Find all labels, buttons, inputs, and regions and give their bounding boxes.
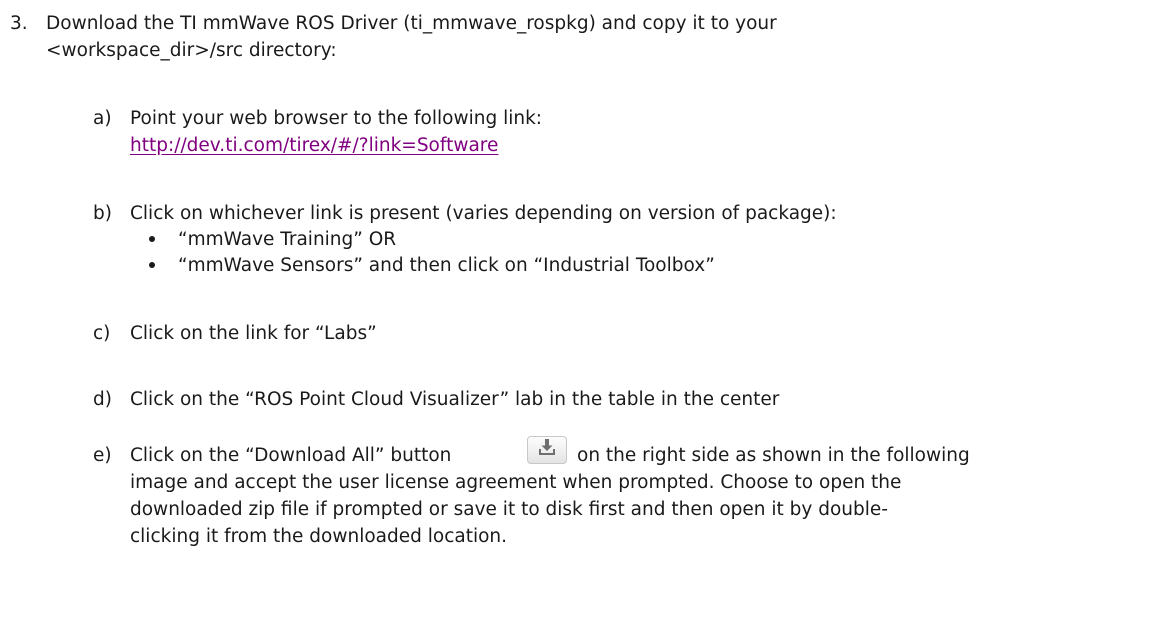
substep-e-label: e) — [93, 445, 112, 466]
substep-e-line-4: clicking it from the downloaded location… — [130, 526, 508, 547]
substep-d-label: d) — [93, 389, 112, 410]
step-title-line-2: <workspace_dir>/src directory: — [46, 40, 337, 61]
substep-b-label: b) — [93, 203, 112, 224]
substep-e-line-2: image and accept the user license agreem… — [130, 472, 902, 493]
bullet-item-mmwave-training: “mmWave Training” OR — [178, 229, 397, 250]
step-title-line-1: Download the TI mmWave ROS Driver (ti_mm… — [46, 13, 777, 34]
substep-e-text-before: Click on the “Download All” button — [130, 445, 452, 466]
substep-a-label: a) — [93, 108, 112, 129]
bullet-dot — [149, 236, 155, 242]
substep-d-text: Click on the “ROS Point Cloud Visualizer… — [130, 389, 780, 410]
bullet-dot — [149, 262, 155, 268]
step-number: 3. — [10, 13, 28, 34]
download-all-button[interactable] — [527, 436, 567, 464]
substep-c-label: c) — [93, 323, 111, 344]
software-link[interactable]: http://dev.ti.com/tirex/#/?link=Software — [130, 132, 498, 159]
substep-c-text: Click on the link for “Labs” — [130, 323, 377, 344]
substep-e-text-after: on the right side as shown in the follow… — [577, 445, 970, 466]
substep-e-line-3: downloaded zip file if prompted or save … — [130, 499, 888, 520]
substep-a-text: Point your web browser to the following … — [130, 108, 543, 129]
download-icon — [538, 437, 556, 464]
substep-b-text: Click on whichever link is present (vari… — [130, 203, 837, 224]
bullet-item-mmwave-sensors: “mmWave Sensors” and then click on “Indu… — [178, 255, 715, 276]
